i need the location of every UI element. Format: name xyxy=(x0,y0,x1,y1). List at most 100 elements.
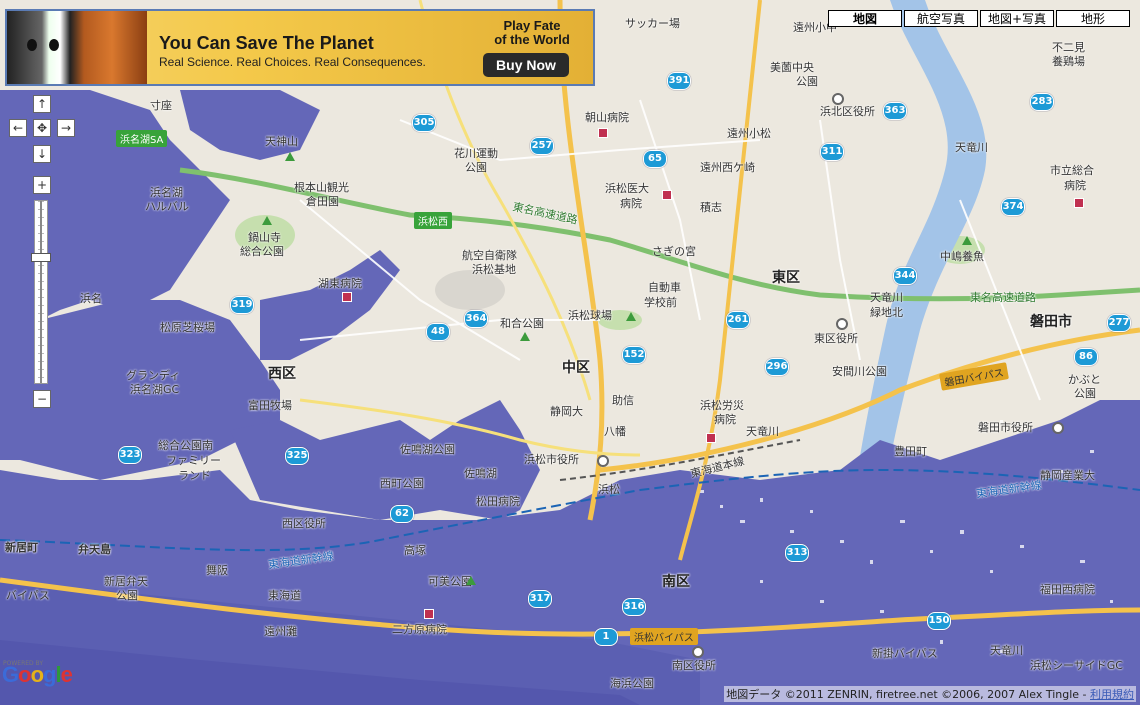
place-label: 八幡 xyxy=(604,425,626,438)
place-label: 浜松市役所 xyxy=(524,453,579,466)
route-shield: 313 xyxy=(785,544,809,562)
route-shield: 323 xyxy=(118,446,142,464)
route-shield: 316 xyxy=(622,598,646,616)
place-label: 航空自衛隊 xyxy=(462,249,517,262)
advertisement-banner[interactable]: You Can Save The Planet Real Science. Re… xyxy=(5,9,595,86)
place-label: 富田牧場 xyxy=(248,399,292,412)
copyright-text: 地図データ ©2011 ZENRIN, firetree.net ©2006, … xyxy=(726,688,1090,701)
route-shield: 150 xyxy=(927,612,951,630)
park-icon xyxy=(962,236,972,245)
zoom-out-button[interactable]: − xyxy=(33,390,51,408)
expressway-label: 東名高速道路 xyxy=(970,291,1036,304)
zoom-slider-track[interactable] xyxy=(34,200,48,384)
route-shield: 325 xyxy=(285,447,309,465)
google-logo[interactable]: Google xyxy=(2,662,73,688)
pan-down-button[interactable]: ↓ xyxy=(33,145,51,163)
station-label: 舞阪 xyxy=(206,564,228,577)
road-label: 東海道 xyxy=(268,589,301,602)
place-label: 総合公園南 xyxy=(158,439,213,452)
hospital-icon xyxy=(342,292,352,302)
zoom-slider-knob[interactable] xyxy=(31,252,51,262)
terms-link[interactable]: 利用規約 xyxy=(1090,688,1134,701)
route-shield: 257 xyxy=(530,137,554,155)
pan-left-button[interactable]: ← xyxy=(9,119,27,137)
place-label: ファミリー xyxy=(166,454,221,467)
place-label: 遠州西ケ崎 xyxy=(700,161,755,174)
place-label: 公園 xyxy=(796,75,818,88)
mountain-icon xyxy=(285,152,295,161)
water-label: 佐鳴湖 xyxy=(464,467,497,480)
place-label: 安間川公園 xyxy=(832,365,887,378)
map-type-terrain[interactable]: 地形 xyxy=(1056,10,1130,27)
route-shield: 86 xyxy=(1074,348,1098,366)
city-hall-icon xyxy=(692,646,704,658)
place-label: 公園 xyxy=(1074,387,1096,400)
route-shield: 261 xyxy=(726,311,750,329)
route-shield: 319 xyxy=(230,296,254,314)
district-label: 東区 xyxy=(772,270,800,286)
place-label: 浜松医大 xyxy=(605,182,649,195)
district-label: 南区 xyxy=(662,574,690,590)
route-shield: 296 xyxy=(765,358,789,376)
place-label: 西区役所 xyxy=(282,517,326,530)
place-label: 弁天島 xyxy=(78,543,111,556)
place-label: 南区役所 xyxy=(672,659,716,672)
route-shield: 1 xyxy=(594,628,618,646)
place-label: 西町公園 xyxy=(380,477,424,490)
city-hall-icon xyxy=(832,93,844,105)
place-label: 総合公園 xyxy=(240,245,284,258)
place-label: 和合公園 xyxy=(500,317,544,330)
place-label: 学校前 xyxy=(644,296,677,309)
park-icon xyxy=(466,576,476,585)
district-label: 中区 xyxy=(562,360,590,376)
place-label: 中嶋養魚 xyxy=(940,250,984,263)
hospital-icon xyxy=(424,609,434,619)
place-label: 公園 xyxy=(116,589,138,602)
place-label: 不二見 xyxy=(1052,41,1085,54)
hospital-icon xyxy=(662,190,672,200)
copyright-notice: 地図データ ©2011 ZENRIN, firetree.net ©2006, … xyxy=(724,686,1136,702)
hospital-icon xyxy=(706,433,716,443)
place-label: 佐鳴湖公園 xyxy=(400,443,455,456)
place-label: 浜松労災 xyxy=(700,399,744,412)
place-label: 緑地北 xyxy=(870,306,903,319)
route-shield: 65 xyxy=(643,150,667,168)
route-shield: 344 xyxy=(893,267,917,285)
pan-up-button[interactable]: ↑ xyxy=(33,95,51,113)
route-shield: 283 xyxy=(1030,93,1054,111)
route-shield: 311 xyxy=(820,143,844,161)
river-label: 天竜川 xyxy=(990,644,1023,657)
pan-right-button[interactable]: → xyxy=(57,119,75,137)
place-label: 寸座 xyxy=(150,99,172,112)
place-label: 美薗中央 xyxy=(770,61,814,74)
place-label: 松原芝桜場 xyxy=(160,321,215,334)
place-label: 市立総合 xyxy=(1050,164,1094,177)
place-label: 浜松球場 xyxy=(568,309,612,322)
place-label: 病院 xyxy=(620,197,642,210)
zoom-in-button[interactable]: + xyxy=(33,176,51,194)
city-hall-icon xyxy=(836,318,848,330)
map-type-satellite[interactable]: 航空写真 xyxy=(904,10,978,27)
route-shield: 391 xyxy=(667,72,691,90)
route-shield: 48 xyxy=(426,323,450,341)
bypass-label: 浜松バイパス xyxy=(630,628,698,645)
place-label: 松田病院 xyxy=(476,495,520,508)
place-label: さぎの宮 xyxy=(652,245,696,258)
zoom-slider-rail xyxy=(40,201,42,383)
water-label: 浜名湖 xyxy=(150,186,183,199)
buy-now-button[interactable]: Buy Now xyxy=(483,53,569,77)
place-label: 海浜公園 xyxy=(610,677,654,690)
park-icon xyxy=(626,312,636,321)
map-type-map[interactable]: 地図 xyxy=(828,10,902,27)
city-hall-icon xyxy=(597,455,609,467)
place-label: 公園 xyxy=(465,161,487,174)
pan-center-button[interactable]: ✥ xyxy=(33,119,51,137)
interchange-label: 浜松西 xyxy=(414,212,452,229)
place-label: ランド xyxy=(178,469,211,482)
place-label: 天竜川 xyxy=(870,291,903,304)
ad-subtext: Real Science. Real Choices. Real Consequ… xyxy=(159,55,426,69)
hospital-icon xyxy=(598,128,608,138)
place-label: 湖東病院 xyxy=(318,277,362,290)
map-type-hybrid[interactable]: 地図+写真 xyxy=(980,10,1054,27)
map-canvas[interactable]: サッカー場 遠州小中 美薗中央 公園 浜北区役所 不二見 養鶏場 朝山病院 遠州… xyxy=(0,0,1140,705)
